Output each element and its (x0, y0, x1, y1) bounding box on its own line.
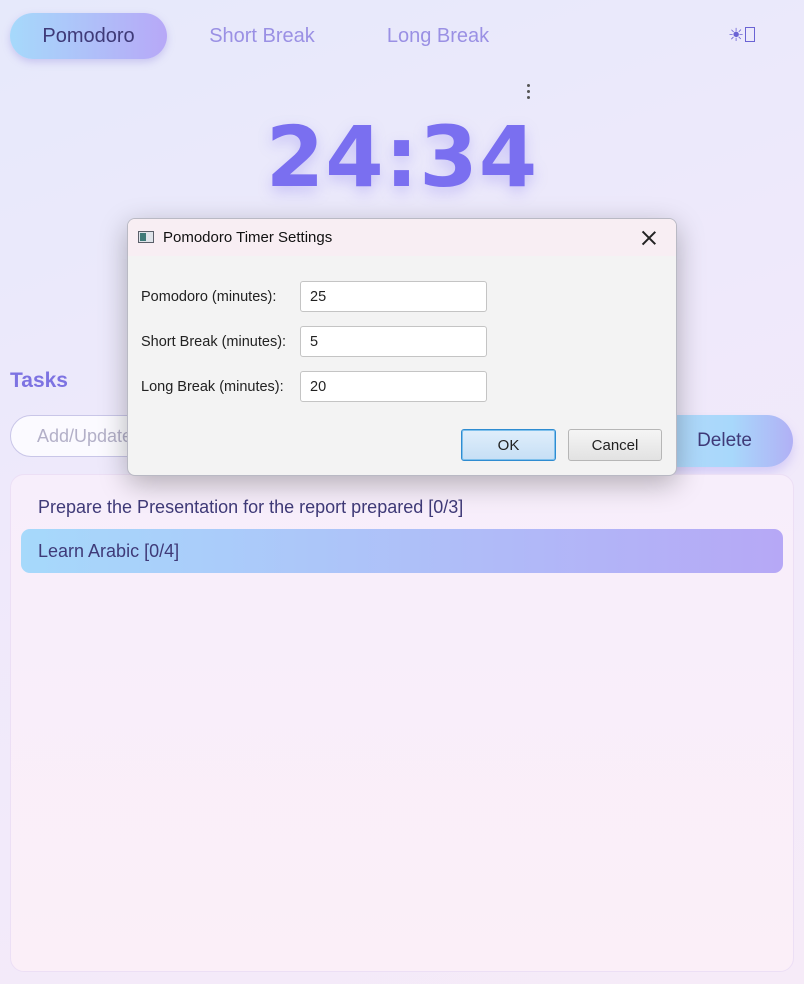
tasks-heading: Tasks (10, 369, 68, 392)
task-list: Prepare the Presentation for the report … (10, 474, 794, 972)
settings-dialog: Pomodoro Timer Settings Pomodoro (minute… (127, 218, 677, 476)
theme-toggle-button[interactable]: ☀ (728, 25, 756, 46)
long-break-minutes-label: Long Break (minutes): (141, 379, 284, 395)
tab-long-break[interactable]: Long Break (378, 13, 498, 59)
task-item[interactable]: Prepare the Presentation for the report … (21, 485, 783, 529)
short-break-minutes-label: Short Break (minutes): (141, 334, 287, 350)
timer-display: 24:34 (265, 108, 539, 206)
app-window-icon (138, 231, 154, 243)
close-icon[interactable] (639, 228, 659, 248)
tab-pomodoro[interactable]: Pomodoro (10, 13, 167, 59)
cancel-button[interactable]: Cancel (568, 429, 662, 461)
dialog-titlebar[interactable]: Pomodoro Timer Settings (128, 219, 676, 256)
missing-glyph-icon (745, 27, 756, 42)
dialog-title: Pomodoro Timer Settings (163, 229, 333, 246)
pomodoro-minutes-label: Pomodoro (minutes): (141, 289, 277, 305)
tab-short-break[interactable]: Short Break (200, 13, 324, 59)
sun-icon: ☀ (728, 25, 745, 46)
ok-button[interactable]: OK (461, 429, 556, 461)
long-break-minutes-input[interactable] (300, 371, 487, 402)
pomodoro-minutes-input[interactable] (300, 281, 487, 312)
short-break-minutes-input[interactable] (300, 326, 487, 357)
task-item-selected[interactable]: Learn Arabic [0/4] (21, 529, 783, 573)
kebab-menu-icon[interactable] (522, 84, 534, 102)
